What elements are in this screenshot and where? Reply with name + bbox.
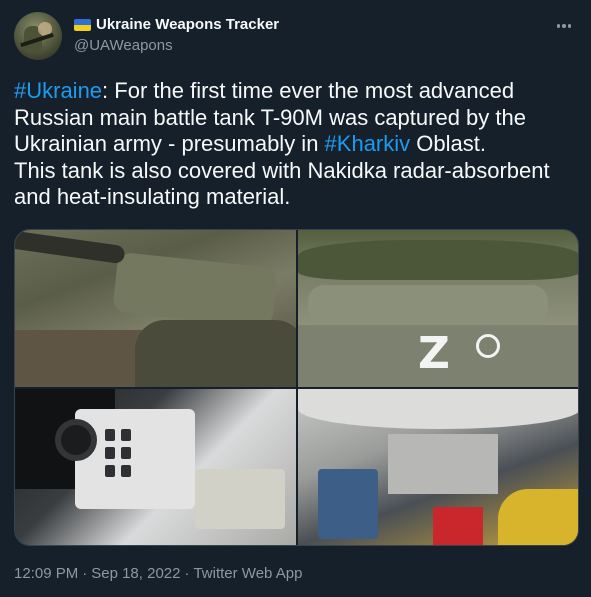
tweet-time[interactable]: 12:09 PM: [14, 565, 78, 582]
periscope-eyepiece: [55, 419, 97, 461]
ukraine-flag-icon: [74, 19, 91, 31]
hashtag-link[interactable]: #Ukraine: [14, 78, 102, 103]
avatar[interactable]: [14, 12, 62, 60]
tweet-source: Twitter Web App: [193, 565, 303, 582]
media-grid: Z: [14, 229, 579, 546]
author-names: Ukraine Weapons Tracker @UAWeapons: [74, 15, 279, 56]
tweet-date[interactable]: Sep 18, 2022: [91, 565, 180, 582]
z-marking: Z: [418, 328, 450, 379]
photo-3[interactable]: [15, 389, 296, 545]
author-handle[interactable]: @UAWeapons: [74, 36, 279, 56]
author-display-name-row[interactable]: Ukraine Weapons Tracker: [74, 15, 279, 35]
hashtag-link[interactable]: #Kharkiv: [325, 131, 411, 156]
tweet: Ukraine Weapons Tracker @UAWeapons #Ukra…: [0, 0, 591, 597]
meta-separator: ·: [82, 565, 88, 582]
tweet-meta: 12:09 PM · Sep 18, 2022 · Twitter Web App: [14, 564, 302, 584]
photo-4[interactable]: [298, 389, 578, 545]
author-display-name[interactable]: Ukraine Weapons Tracker: [96, 15, 279, 35]
circle-marking: [476, 334, 500, 358]
tweet-header: Ukraine Weapons Tracker @UAWeapons: [14, 12, 574, 60]
tank-barrel: [15, 230, 126, 265]
tweet-text: #Ukraine: For the first time ever the mo…: [14, 78, 579, 211]
more-horizontal-icon[interactable]: [554, 16, 574, 36]
photo-1[interactable]: [15, 230, 296, 387]
photo-2[interactable]: Z: [298, 230, 578, 387]
meta-separator: ·: [184, 565, 190, 582]
